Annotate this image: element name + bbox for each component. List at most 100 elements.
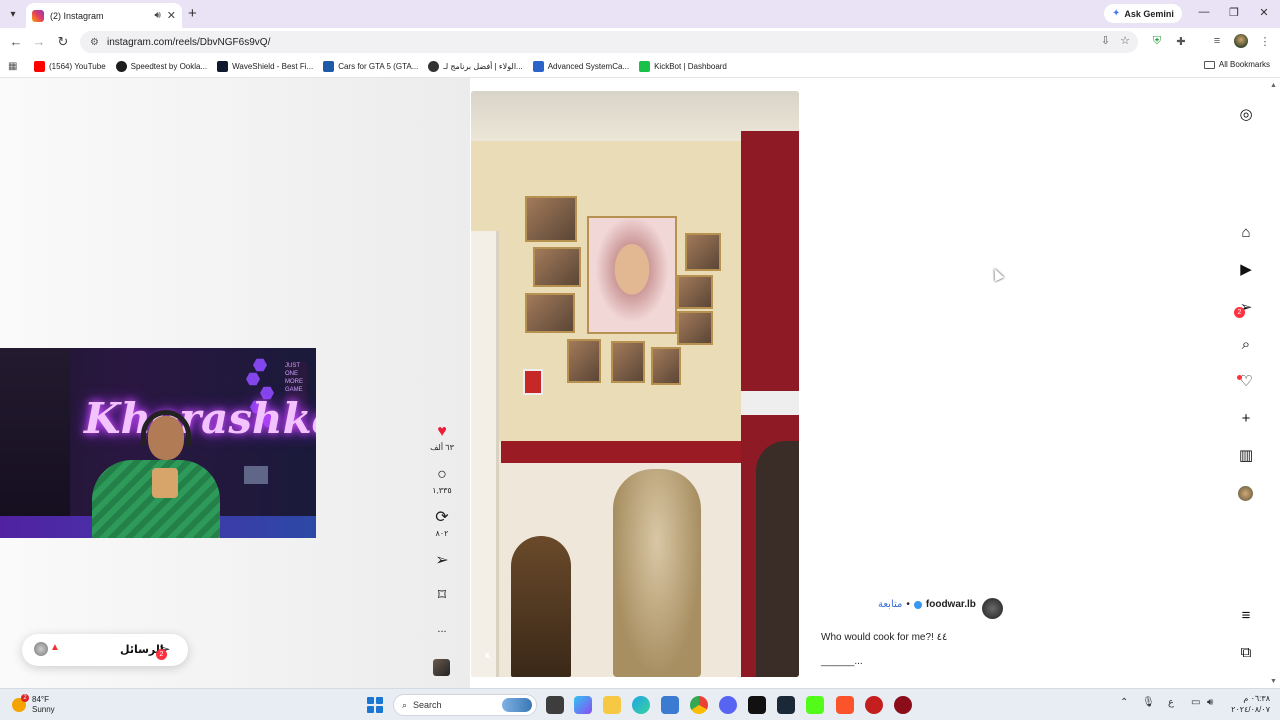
video-photo-frame	[651, 347, 681, 385]
video-photo-frame	[685, 233, 721, 271]
audio-thumbnail[interactable]	[433, 659, 450, 676]
username-link[interactable]: foodwar.lb	[926, 599, 976, 610]
bookmark-item[interactable]: الولاء | أفضل برنامج لـ...	[428, 61, 523, 72]
verified-badge-icon	[913, 600, 922, 609]
shield-extension-icon[interactable]: ⛨	[1150, 35, 1164, 48]
menu-dots-icon[interactable]: ⋮	[1258, 35, 1272, 48]
site-info-icon[interactable]: ⚙︎	[90, 37, 99, 48]
video-photo-frame	[677, 275, 713, 309]
back-icon[interactable]: ←	[8, 34, 24, 49]
scroll-up-icon[interactable]: ▲	[1270, 82, 1277, 89]
like-button[interactable]: ♥ ٦٣ ألف	[424, 423, 460, 452]
sun-icon: 2	[12, 694, 29, 712]
bookmark-icon: ⌑	[437, 587, 447, 604]
tray-expand-icon[interactable]: ⌃	[1120, 697, 1128, 708]
profile-avatar[interactable]	[1238, 486, 1253, 501]
speaker-icon[interactable]: 🔊︎	[154, 10, 160, 21]
author-avatar[interactable]	[982, 598, 1003, 619]
edge-icon[interactable]	[632, 696, 650, 714]
task-view-icon[interactable]	[546, 696, 564, 714]
bookmark-item[interactable]: Advanced SystemCa...	[532, 61, 630, 72]
extensions-puzzle-icon[interactable]: ✚	[1174, 35, 1188, 48]
mute-icon[interactable]: 🔇︎	[485, 650, 492, 663]
taskbar-clock[interactable]: ٠٦:٣٨ م ٢٠٢٤/٠٨/٠٧	[1230, 693, 1270, 715]
create-plus-icon[interactable]: +	[1236, 409, 1256, 429]
scroll-down-icon[interactable]: ▼	[1270, 678, 1277, 685]
hamburger-menu-icon[interactable]: ≡	[1236, 606, 1256, 626]
url-text: instagram.com/reels/DbvNGF6s9vQ/	[106, 36, 271, 48]
weather-badge: 2	[21, 694, 29, 702]
taskbar-search[interactable]: ⌕ Search	[393, 694, 537, 716]
all-bookmarks-button[interactable]: All Bookmarks	[1203, 60, 1270, 69]
caption-more-link[interactable]: ______...	[821, 656, 863, 667]
video-main-portrait	[587, 216, 677, 334]
more-options-button[interactable]: ...	[424, 620, 460, 638]
brave-icon[interactable]	[836, 696, 854, 714]
new-tab-button[interactable]: +	[188, 5, 197, 22]
save-button[interactable]: ⌑	[424, 587, 460, 605]
comment-button[interactable]: ○ ١,٣٣٥	[424, 466, 460, 495]
bookmark-item[interactable]: Cars for GTA 5 (GTA...	[323, 61, 418, 72]
file-explorer-icon[interactable]	[603, 696, 621, 714]
reel-video[interactable]: 🔇︎	[471, 91, 799, 677]
systemcare-icon	[532, 61, 544, 72]
comment-bubble-icon: ○	[437, 466, 447, 483]
ask-gemini-button[interactable]: ✦ Ask Gemini	[1104, 4, 1182, 23]
rockstar-icon[interactable]	[865, 696, 883, 714]
microphone-icon[interactable]: 🎙︎	[1142, 697, 1155, 708]
steam-icon[interactable]	[777, 696, 795, 714]
video-photo-frame	[533, 247, 581, 287]
messages-pill[interactable]: ▲ الرسائل ➢ 2	[22, 634, 188, 666]
also-from-meta-icon[interactable]: ⧉	[1236, 643, 1256, 663]
bookmark-label: Advanced SystemCa...	[547, 62, 630, 71]
close-tab-icon[interactable]: ✕	[167, 9, 176, 22]
webcam-shelf	[0, 348, 70, 516]
dashboard-icon[interactable]: ▥	[1236, 446, 1256, 466]
discord-icon[interactable]	[719, 696, 737, 714]
store-icon[interactable]	[661, 696, 679, 714]
reload-icon[interactable]: ↻	[55, 34, 71, 50]
windows-start-icon[interactable]	[367, 697, 383, 713]
kick-icon[interactable]	[806, 696, 824, 714]
follow-link[interactable]: متابعة	[878, 599, 902, 610]
video-red-band	[501, 441, 741, 463]
app-icon[interactable]	[894, 696, 912, 714]
profile-avatar[interactable]	[1234, 34, 1248, 48]
chrome-icon[interactable]	[690, 696, 708, 714]
repost-button[interactable]: ⟳ ٨٠٢	[424, 509, 460, 538]
bookmark-item[interactable]: (1564) YouTube	[34, 61, 106, 72]
weather-widget[interactable]: 2 84°F Sunny	[12, 694, 55, 715]
close-window-icon[interactable]: ✕	[1257, 6, 1271, 19]
bookmark-item[interactable]: KickBot | Dashboard	[639, 61, 727, 72]
bookmark-item[interactable]: WaveShield - Best Fi...	[217, 61, 313, 72]
bookmark-star-icon[interactable]: ☆	[1120, 34, 1130, 47]
bookmark-item[interactable]: Speedtest by Ookla...	[115, 61, 207, 72]
youtube-icon	[34, 61, 45, 72]
reading-list-icon[interactable]: ≡	[1210, 35, 1224, 47]
repost-icon: ⟳	[435, 509, 449, 526]
tab-instagram[interactable]: (2) Instagram 🔊︎ ✕	[26, 3, 182, 28]
home-icon[interactable]: ⌂	[1236, 223, 1256, 243]
forward-icon[interactable]: →	[31, 34, 47, 49]
volume-icon[interactable]: 🔊︎	[1207, 697, 1213, 708]
share-button[interactable]: ➢	[424, 552, 460, 570]
install-app-icon[interactable]: ⇩	[1101, 34, 1110, 47]
apps-grid-icon[interactable]: ▦	[8, 61, 20, 72]
restore-icon[interactable]: ❐	[1227, 6, 1241, 19]
video-photo-frame	[567, 339, 601, 383]
reels-icon[interactable]: ▶	[1236, 260, 1256, 280]
weather-temp: 84°F	[32, 695, 49, 704]
network-icon[interactable]: ▭	[1191, 697, 1200, 708]
search-icon[interactable]: ⌕	[1236, 335, 1256, 355]
minimize-icon[interactable]: —	[1197, 6, 1211, 18]
tab-search-icon[interactable]: ▾	[4, 5, 22, 23]
language-indicator[interactable]: ع	[1168, 697, 1174, 708]
epic-games-icon[interactable]	[748, 696, 766, 714]
copilot-icon[interactable]	[574, 696, 592, 714]
instagram-logo-icon[interactable]: ◎	[1236, 105, 1256, 125]
address-bar[interactable]: ⚙︎ instagram.com/reels/DbvNGF6s9vQ/ ⇩ ☆	[80, 31, 1138, 53]
separator-dot: •	[906, 599, 910, 610]
all-bookmarks-label: All Bookmarks	[1218, 60, 1270, 69]
more-dots-icon: ...	[437, 623, 447, 635]
tab-title: (2) Instagram	[50, 10, 104, 21]
